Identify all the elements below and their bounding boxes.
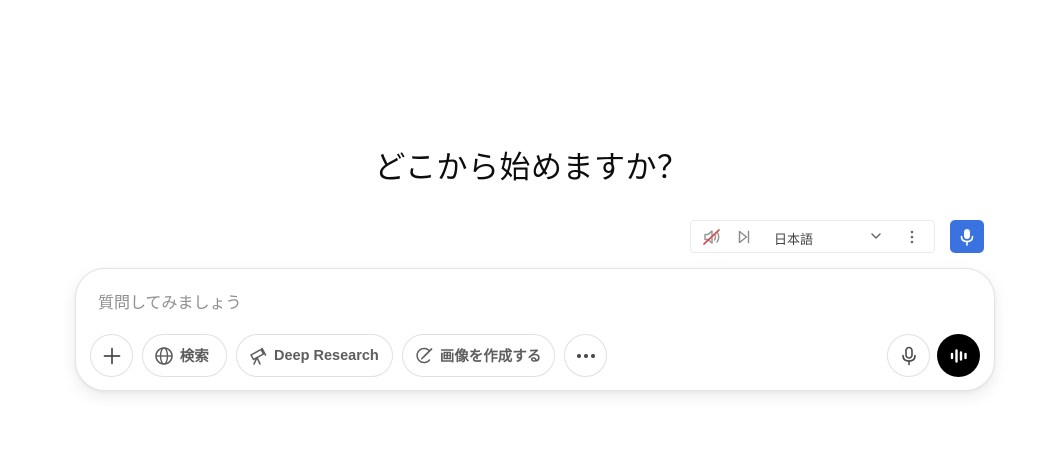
page-title: どこから始めますか？	[374, 150, 689, 186]
voice-toolbar: 日本語	[690, 220, 935, 253]
create-image-button[interactable]: 画像を作成する	[402, 334, 555, 377]
deep-research-label: Deep Research	[274, 347, 379, 364]
microphone-icon	[960, 228, 974, 246]
plus-icon	[102, 346, 122, 366]
waveform-icon	[949, 347, 969, 365]
deep-research-button[interactable]: Deep Research	[236, 334, 393, 377]
horizontal-dots-icon	[576, 353, 596, 359]
voice-input-button[interactable]	[950, 220, 984, 253]
composer: 検索 Deep Research 画像を作成する	[75, 268, 995, 391]
chat-home: どこから始めますか？ 日本語 質問してみましょう 検索 Deep Researc…	[0, 0, 1063, 466]
language-select[interactable]: 日本語	[761, 221, 911, 252]
voice-options-button[interactable]	[899, 221, 925, 252]
speaker-muted-icon	[702, 228, 722, 246]
chevron-down-icon	[870, 230, 882, 242]
play-button[interactable]	[731, 221, 757, 252]
brush-icon	[414, 346, 434, 366]
play-next-icon	[737, 230, 751, 244]
voice-mode-button[interactable]	[937, 334, 980, 377]
add-attachment-button[interactable]	[90, 334, 133, 377]
microphone-icon	[901, 346, 917, 366]
search-button[interactable]: 検索	[142, 334, 227, 377]
create-image-label: 画像を作成する	[440, 349, 542, 365]
language-label: 日本語	[774, 233, 814, 248]
dictate-button[interactable]	[887, 334, 930, 377]
telescope-icon	[248, 346, 268, 366]
search-label: 検索	[180, 349, 209, 365]
mute-button[interactable]	[699, 221, 725, 252]
globe-icon	[154, 346, 174, 366]
prompt-input[interactable]	[98, 289, 958, 315]
vertical-dots-icon	[910, 230, 914, 244]
more-tools-button[interactable]	[564, 334, 607, 377]
